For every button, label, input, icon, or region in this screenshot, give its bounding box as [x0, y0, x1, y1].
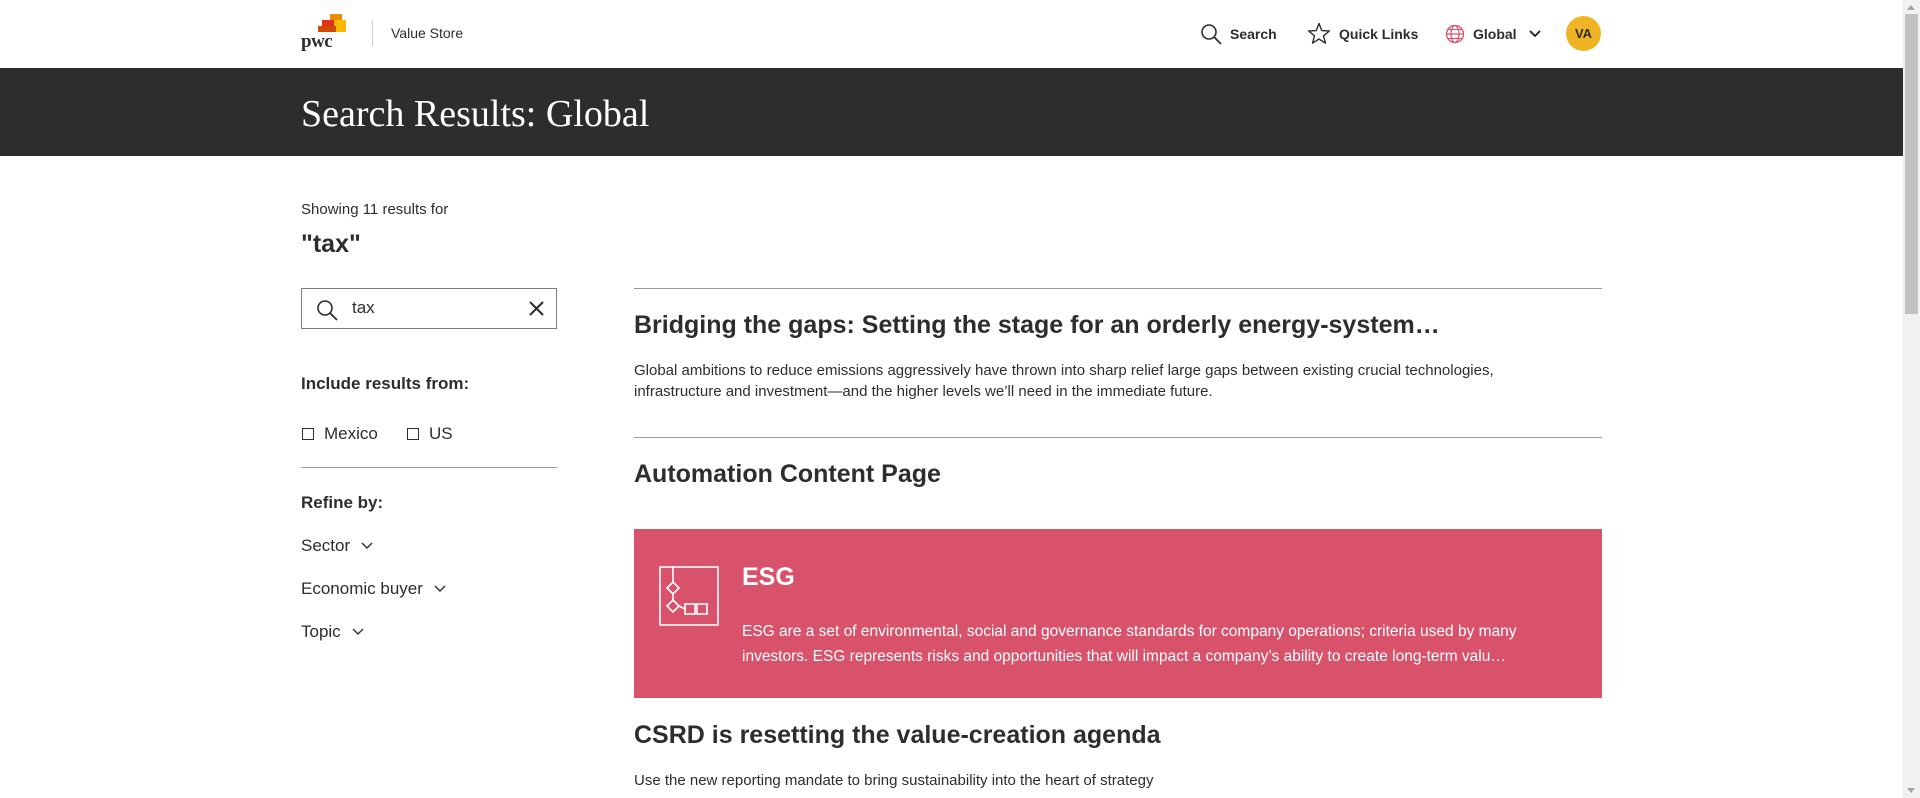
- checkbox-box[interactable]: [302, 428, 314, 440]
- globe-icon: [1445, 24, 1465, 44]
- diagram-icon: [659, 566, 719, 626]
- facet-label: Topic: [301, 622, 341, 641]
- sidebar-divider: [301, 467, 557, 468]
- result-divider: [634, 437, 1602, 438]
- result-description: Global ambitions to reduce emissions agg…: [634, 362, 1494, 400]
- checkbox-label: US: [429, 424, 453, 443]
- search-box: [301, 288, 557, 329]
- scroll-down-arrow[interactable]: [1907, 788, 1915, 793]
- refine-by-heading: Refine by:: [301, 493, 384, 512]
- search-icon: [1201, 24, 1222, 45]
- results-count-text: Showing 11 results for: [301, 201, 449, 218]
- result-description: Use the new reporting mandate to bring s…: [634, 772, 1154, 789]
- facet-label: Economic buyer: [301, 579, 423, 598]
- checkbox-box[interactable]: [407, 428, 419, 440]
- top-header: pwc Value Store Search Quick Links Globa…: [0, 0, 1903, 68]
- esg-card-title: ESG: [742, 563, 795, 591]
- chevron-down-icon: [361, 542, 373, 549]
- chevron-down-icon: [352, 628, 364, 635]
- nav-search-label: Search: [1230, 26, 1277, 42]
- store-name[interactable]: Value Store: [391, 25, 463, 41]
- include-results-heading: Include results from:: [301, 374, 470, 393]
- esg-result-card[interactable]: ESG ESG are a set of environmental, soci…: [634, 529, 1602, 698]
- result-title-link[interactable]: Automation Content Page: [634, 460, 941, 489]
- close-icon[interactable]: [528, 300, 545, 317]
- nav-quick-links-label: Quick Links: [1339, 26, 1419, 42]
- chevron-down-icon: [1528, 30, 1541, 38]
- nav-region-dropdown[interactable]: Global: [1445, 22, 1543, 46]
- star-icon: [1307, 22, 1331, 44]
- esg-card-description: ESG are a set of environmental, social a…: [742, 623, 1517, 665]
- scroll-up-arrow[interactable]: [1907, 5, 1915, 10]
- nav-region-label: Global: [1473, 26, 1517, 42]
- search-query-heading: "tax": [301, 230, 361, 258]
- facet-sector-dropdown[interactable]: Sector: [301, 536, 374, 556]
- facet-label: Sector: [301, 536, 351, 555]
- checkbox-mexico[interactable]: Mexico: [302, 424, 378, 444]
- user-avatar[interactable]: VA: [1566, 16, 1601, 51]
- chevron-down-icon: [434, 585, 446, 592]
- nav-search-button[interactable]: Search: [1200, 22, 1277, 46]
- checkbox-us[interactable]: US: [407, 424, 453, 444]
- page-scrollbar[interactable]: [1903, 0, 1920, 798]
- page-title: Search Results: Global: [301, 93, 650, 135]
- search-icon: [317, 300, 338, 321]
- result-title-link[interactable]: CSRD is resetting the value-creation age…: [634, 721, 1161, 750]
- search-input[interactable]: [352, 297, 512, 319]
- page: pwc Value Store Search Quick Links Globa…: [0, 0, 1903, 798]
- facet-economic-buyer-dropdown[interactable]: Economic buyer: [301, 579, 447, 599]
- nav-quick-links-button[interactable]: Quick Links: [1307, 22, 1418, 46]
- logo-wordmark: pwc: [301, 31, 333, 52]
- checkbox-label: Mexico: [324, 424, 378, 443]
- header-divider: [372, 20, 373, 46]
- result-divider: [634, 288, 1602, 289]
- page-banner: Search Results: Global: [0, 68, 1903, 156]
- result-title-link[interactable]: Bridging the gaps: Setting the stage for…: [634, 311, 1440, 340]
- facet-topic-dropdown[interactable]: Topic: [301, 622, 365, 642]
- scrollbar-thumb[interactable]: [1905, 14, 1918, 314]
